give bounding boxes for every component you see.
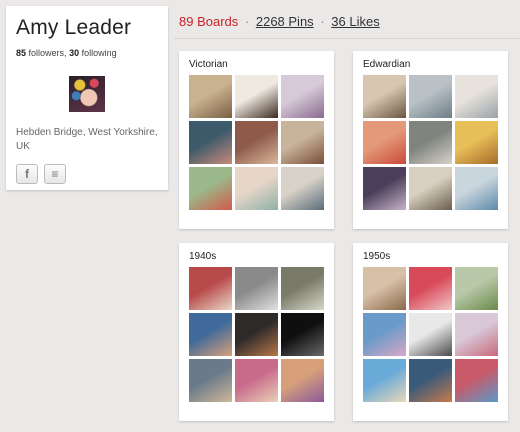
pin-thumbnail[interactable]: [363, 267, 406, 310]
profile-card: Amy Leader 85 followers, 30 following He…: [6, 6, 168, 190]
board-thumbnails: [363, 75, 498, 210]
pin-thumbnail[interactable]: [235, 267, 278, 310]
board-thumbnails: [189, 267, 324, 402]
pin-thumbnail[interactable]: [281, 359, 324, 402]
pin-thumbnail[interactable]: [235, 75, 278, 118]
board-thumbnails: [189, 75, 324, 210]
board-card[interactable]: 1940s: [179, 243, 334, 421]
nav-separator: ·: [244, 14, 250, 29]
pin-thumbnail[interactable]: [281, 313, 324, 356]
pin-thumbnail[interactable]: [455, 267, 498, 310]
pin-thumbnail[interactable]: [189, 267, 232, 310]
profile-nav: 89 Boards · 2268 Pins · 36 Likes: [179, 14, 380, 29]
pin-thumbnail[interactable]: [189, 313, 232, 356]
following-label[interactable]: following: [82, 48, 117, 58]
pin-thumbnail[interactable]: [363, 167, 406, 210]
pin-thumbnail[interactable]: [455, 313, 498, 356]
board-title[interactable]: Edwardian: [363, 59, 498, 70]
pin-thumbnail[interactable]: [235, 121, 278, 164]
pin-thumbnail[interactable]: [281, 75, 324, 118]
pin-thumbnail[interactable]: [363, 359, 406, 402]
followers-count[interactable]: 85: [16, 48, 26, 58]
nav-divider: [174, 38, 520, 39]
following-count[interactable]: 30: [69, 48, 79, 58]
pin-thumbnail[interactable]: [235, 313, 278, 356]
pin-thumbnail[interactable]: [409, 313, 452, 356]
avatar[interactable]: [69, 76, 105, 112]
pin-thumbnail[interactable]: [189, 167, 232, 210]
board-card[interactable]: Victorian: [179, 51, 334, 229]
pin-thumbnail[interactable]: [281, 267, 324, 310]
pin-thumbnail[interactable]: [455, 167, 498, 210]
rss-icon: ≡: [51, 167, 59, 181]
pin-thumbnail[interactable]: [189, 359, 232, 402]
pin-thumbnail[interactable]: [455, 121, 498, 164]
tab-pins[interactable]: 2268 Pins: [256, 14, 314, 29]
tab-likes[interactable]: 36 Likes: [331, 14, 379, 29]
rss-button[interactable]: ≡: [44, 164, 66, 184]
board-title[interactable]: Victorian: [189, 59, 324, 70]
pin-thumbnail[interactable]: [235, 359, 278, 402]
pin-thumbnail[interactable]: [409, 121, 452, 164]
pin-thumbnail[interactable]: [363, 121, 406, 164]
pin-thumbnail[interactable]: [363, 75, 406, 118]
profile-stats: 85 followers, 30 following: [16, 48, 158, 58]
facebook-icon: f: [25, 167, 29, 181]
pin-thumbnail[interactable]: [363, 313, 406, 356]
pin-thumbnail[interactable]: [189, 75, 232, 118]
facebook-button[interactable]: f: [16, 164, 38, 184]
board-card[interactable]: 1950s: [353, 243, 508, 421]
pin-thumbnail[interactable]: [409, 359, 452, 402]
board-thumbnails: [363, 267, 498, 402]
board-title[interactable]: 1940s: [189, 251, 324, 262]
social-links: f ≡: [16, 164, 158, 184]
pin-thumbnail[interactable]: [281, 121, 324, 164]
pin-thumbnail[interactable]: [409, 75, 452, 118]
pin-thumbnail[interactable]: [409, 267, 452, 310]
pin-thumbnail[interactable]: [409, 167, 452, 210]
tab-boards[interactable]: 89 Boards: [179, 14, 238, 29]
profile-name: Amy Leader: [16, 16, 132, 39]
pin-thumbnail[interactable]: [455, 359, 498, 402]
pin-thumbnail[interactable]: [281, 167, 324, 210]
pin-thumbnail[interactable]: [235, 167, 278, 210]
pin-thumbnail[interactable]: [189, 121, 232, 164]
profile-location: Hebden Bridge, West Yorkshire, UK: [16, 127, 158, 152]
board-title[interactable]: 1950s: [363, 251, 498, 262]
followers-label[interactable]: followers,: [29, 48, 67, 58]
nav-separator: ·: [320, 14, 325, 29]
board-card[interactable]: Edwardian: [353, 51, 508, 229]
pin-thumbnail[interactable]: [455, 75, 498, 118]
